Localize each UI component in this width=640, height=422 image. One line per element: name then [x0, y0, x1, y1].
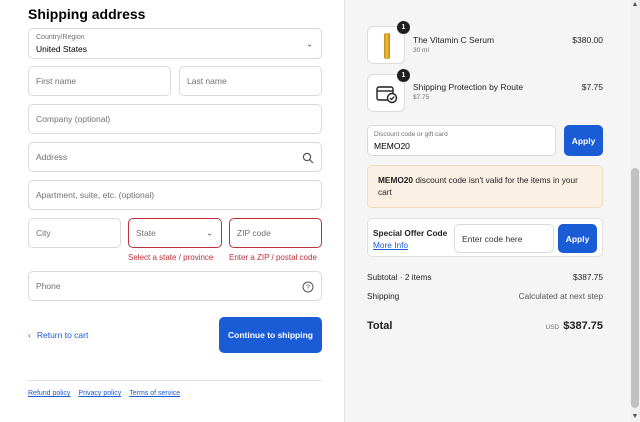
special-offer-title: Special Offer Code — [373, 228, 448, 238]
terms-of-service-link[interactable]: Terms of service — [129, 390, 180, 397]
page-title: Shipping address — [28, 6, 146, 22]
apply-offer-button[interactable]: Apply — [558, 224, 597, 253]
company-placeholder: Company (optional) — [36, 114, 111, 124]
scroll-up-arrow-icon[interactable]: ▲ — [630, 0, 640, 10]
apartment-placeholder: Apartment, suite, etc. (optional) — [36, 190, 155, 200]
discount-error-notice: MEMO20 discount code isn't valid for the… — [367, 165, 603, 208]
product-price: $7.75 — [581, 82, 603, 92]
subtotal-label: Subtotal · 2 items — [367, 272, 432, 282]
total-value: $387.75 — [563, 320, 603, 332]
return-to-cart-link[interactable]: ‹ Return to cart — [28, 330, 88, 340]
product-name: Shipping Protection by Route — [413, 82, 524, 92]
notice-code: MEMO20 — [378, 175, 414, 185]
route-package-icon — [376, 84, 398, 109]
last-name-field[interactable]: Last name — [179, 66, 322, 96]
phone-placeholder: Phone — [36, 281, 61, 291]
city-field[interactable]: City — [28, 218, 121, 248]
address-placeholder: Address — [36, 152, 68, 162]
subtotal-value: $387.75 — [573, 272, 603, 282]
privacy-policy-link[interactable]: Privacy policy — [78, 390, 121, 397]
quantity-badge: 1 — [397, 69, 410, 82]
apply-discount-button[interactable]: Apply — [564, 125, 603, 156]
continue-to-shipping-button[interactable]: Continue to shipping — [219, 317, 322, 353]
shipping-row: Shipping Calculated at next step — [367, 291, 603, 301]
apartment-field[interactable]: Apartment, suite, etc. (optional) — [28, 180, 322, 210]
offer-code-input[interactable]: Enter code here — [454, 224, 554, 253]
address-field[interactable]: Address — [28, 142, 322, 172]
chevron-left-icon: ‹ — [28, 330, 31, 340]
first-name-placeholder: First name — [36, 76, 77, 86]
discount-code-label: Discount code or gift card — [374, 131, 448, 138]
product-thumbnail: 1 — [367, 21, 410, 64]
scroll-down-arrow-icon[interactable]: ▼ — [630, 412, 640, 422]
product-variant: $7.75 — [413, 94, 430, 101]
shipping-form-panel: Shipping address Country/Region United S… — [0, 0, 344, 422]
shipping-label: Shipping — [367, 291, 400, 301]
special-offer-box: Special Offer Code More Info Enter code … — [367, 218, 603, 257]
scroll-thumb[interactable] — [631, 168, 639, 408]
total-row: Total USD $387.75 — [367, 316, 603, 334]
state-select[interactable]: State ⌄ — [128, 218, 222, 248]
phone-field[interactable]: Phone ? — [28, 271, 322, 301]
city-placeholder: City — [36, 228, 51, 238]
svg-text:?: ? — [306, 285, 310, 292]
shipping-value: Calculated at next step — [518, 291, 603, 301]
page-scrollbar[interactable]: ▲ ▼ — [630, 0, 640, 422]
quantity-badge: 1 — [397, 21, 410, 34]
serum-bottle-icon — [384, 33, 390, 59]
footer-links: Refund policy Privacy policy Terms of se… — [28, 390, 180, 397]
chevron-down-icon: ⌄ — [206, 228, 213, 238]
last-name-placeholder: Last name — [187, 76, 227, 86]
zip-error-message: Enter a ZIP / postal code — [229, 253, 317, 262]
product-price: $380.00 — [572, 35, 603, 45]
state-placeholder: State — [136, 228, 156, 238]
more-info-link[interactable]: More Info — [373, 240, 408, 250]
chevron-down-icon: ⌄ — [306, 39, 313, 48]
currency-code: USD — [545, 324, 560, 331]
country-select[interactable]: Country/Region United States ⌄ — [28, 28, 322, 59]
total-label: Total — [367, 320, 393, 332]
subtotal-row: Subtotal · 2 items $387.75 — [367, 272, 603, 282]
zip-field[interactable]: ZIP code — [229, 218, 322, 248]
company-field[interactable]: Company (optional) — [28, 104, 322, 134]
product-variant: 30 ml — [413, 47, 429, 54]
return-to-cart-label: Return to cart — [36, 330, 89, 340]
offer-code-placeholder: Enter code here — [462, 233, 523, 244]
footer-divider — [28, 380, 322, 381]
product-name: The Vitamin C Serum — [413, 35, 495, 45]
product-thumbnail: 1 — [367, 69, 410, 112]
help-circle-icon[interactable]: ? — [302, 280, 314, 293]
search-icon[interactable] — [302, 151, 314, 164]
country-value: United States — [36, 44, 88, 54]
refund-policy-link[interactable]: Refund policy — [28, 390, 70, 397]
discount-code-field[interactable]: Discount code or gift card MEMO20 — [367, 125, 556, 156]
state-error-message: Select a state / province — [128, 253, 214, 262]
country-label: Country/Region — [36, 34, 85, 41]
first-name-field[interactable]: First name — [28, 66, 171, 96]
discount-code-value: MEMO20 — [374, 141, 410, 151]
zip-placeholder: ZIP code — [237, 228, 271, 238]
